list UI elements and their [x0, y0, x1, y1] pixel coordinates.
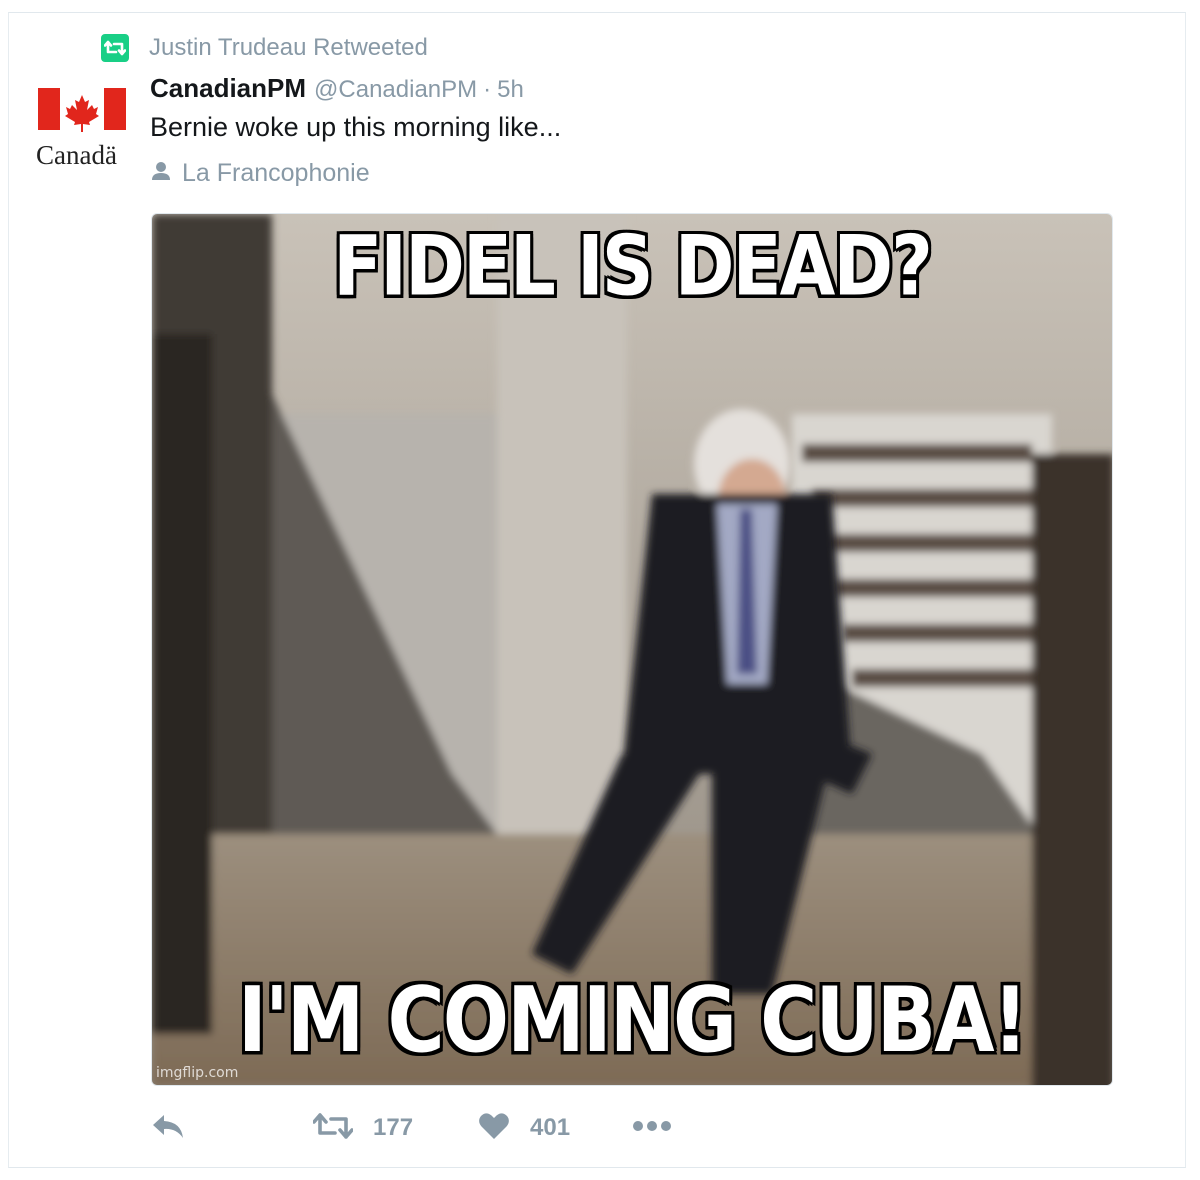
more-button[interactable] [632, 1108, 672, 1148]
timestamp[interactable]: 5h [497, 76, 524, 104]
heart-icon [478, 1112, 510, 1145]
meme-photo [152, 214, 1112, 1085]
canada-flag-logo: Canadä [36, 88, 126, 170]
avatar[interactable]: Canadä [36, 84, 128, 174]
reply-icon [150, 1111, 186, 1146]
meme-bottom-caption: I'M COMING CUBA! [237, 969, 1028, 1073]
place-tag[interactable]: La Francophonie [150, 157, 370, 189]
user-handle[interactable]: @CanadianPM [314, 76, 477, 104]
display-name[interactable]: CanadianPM [150, 73, 306, 104]
reply-button[interactable] [150, 1108, 186, 1148]
tweet-header: CanadianPM @CanadianPM · 5h [150, 73, 524, 109]
retweet-icon [101, 34, 129, 62]
location-person-icon [150, 160, 172, 187]
meme-top-caption: FIDEL IS DEAD? [333, 217, 933, 315]
like-count: 401 [530, 1114, 571, 1141]
imgflip-watermark: imgflip.com [156, 1065, 239, 1081]
retweet-context-text[interactable]: Justin Trudeau Retweeted [149, 34, 428, 62]
tweet-media-image[interactable]: FIDEL IS DEAD? I'M COMING CUBA! imgflip.… [151, 213, 1113, 1086]
more-icon [632, 1119, 672, 1137]
separator-dot: · [483, 76, 492, 103]
tweet-actions: 177 401 [150, 1108, 750, 1148]
place-label: La Francophonie [182, 158, 370, 187]
retweet-button[interactable]: 177 [312, 1108, 414, 1148]
retweet-count: 177 [373, 1114, 414, 1141]
canada-wordmark: Canadä [36, 140, 117, 170]
retweet-icon [312, 1112, 354, 1145]
like-button[interactable]: 401 [478, 1108, 570, 1148]
tweet-text: Bernie woke up this morning like... [150, 112, 562, 142]
retweet-context: Justin Trudeau Retweeted [101, 33, 428, 63]
